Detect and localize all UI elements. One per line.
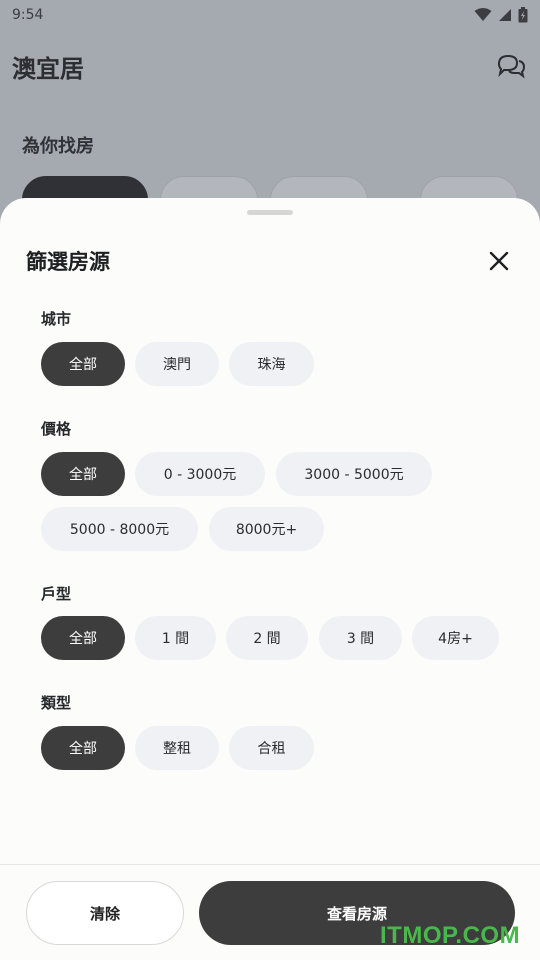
category-option-all[interactable]: 全部 xyxy=(41,726,125,770)
price-label: 價格 xyxy=(41,420,72,438)
layout-option-3[interactable]: 3 間 xyxy=(319,616,402,660)
layout-option-2[interactable]: 2 間 xyxy=(226,616,308,660)
category-label: 類型 xyxy=(41,694,72,712)
layout-option-all[interactable]: 全部 xyxy=(41,616,125,660)
status-bar: 9:54 xyxy=(0,0,540,30)
filter-sheet: 篩選房源 城市 全部 澳門 珠海 價格 全部 0 - 3000元 3000 - … xyxy=(0,198,540,960)
status-time: 9:54 xyxy=(12,7,44,23)
price-option-8000-plus[interactable]: 8000元+ xyxy=(209,507,324,551)
city-option-macau[interactable]: 澳門 xyxy=(135,342,219,386)
price-option-5000-8000[interactable]: 5000 - 8000元 xyxy=(41,507,198,551)
signal-icon xyxy=(499,9,511,21)
clear-button[interactable]: 清除 xyxy=(26,881,184,945)
price-option-3000-5000[interactable]: 3000 - 5000元 xyxy=(276,452,432,496)
watermark-logo: ITMOP.COM xyxy=(380,922,521,949)
app-header: 澳宜居 xyxy=(0,30,540,102)
app-title: 澳宜居 xyxy=(12,54,84,83)
wifi-icon xyxy=(474,8,492,21)
footer-divider xyxy=(0,864,540,865)
category-option-whole[interactable]: 整租 xyxy=(135,726,219,770)
layout-option-4-plus[interactable]: 4房+ xyxy=(412,616,499,660)
sheet-title: 篩選房源 xyxy=(26,250,110,274)
price-option-all[interactable]: 全部 xyxy=(41,452,125,496)
close-button[interactable] xyxy=(484,246,514,276)
section-title: 為你找房 xyxy=(22,136,94,157)
category-option-shared[interactable]: 合租 xyxy=(229,726,314,770)
city-option-zhuhai[interactable]: 珠海 xyxy=(229,342,314,386)
layout-label: 戶型 xyxy=(41,585,72,603)
close-icon xyxy=(489,251,509,271)
city-label: 城市 xyxy=(41,310,72,328)
battery-icon xyxy=(518,7,528,23)
chat-icon[interactable] xyxy=(496,53,526,79)
city-option-all[interactable]: 全部 xyxy=(41,342,125,386)
price-option-0-3000[interactable]: 0 - 3000元 xyxy=(135,452,265,496)
drag-handle[interactable] xyxy=(247,210,293,215)
status-icons xyxy=(474,7,528,23)
layout-option-1[interactable]: 1 間 xyxy=(135,616,216,660)
